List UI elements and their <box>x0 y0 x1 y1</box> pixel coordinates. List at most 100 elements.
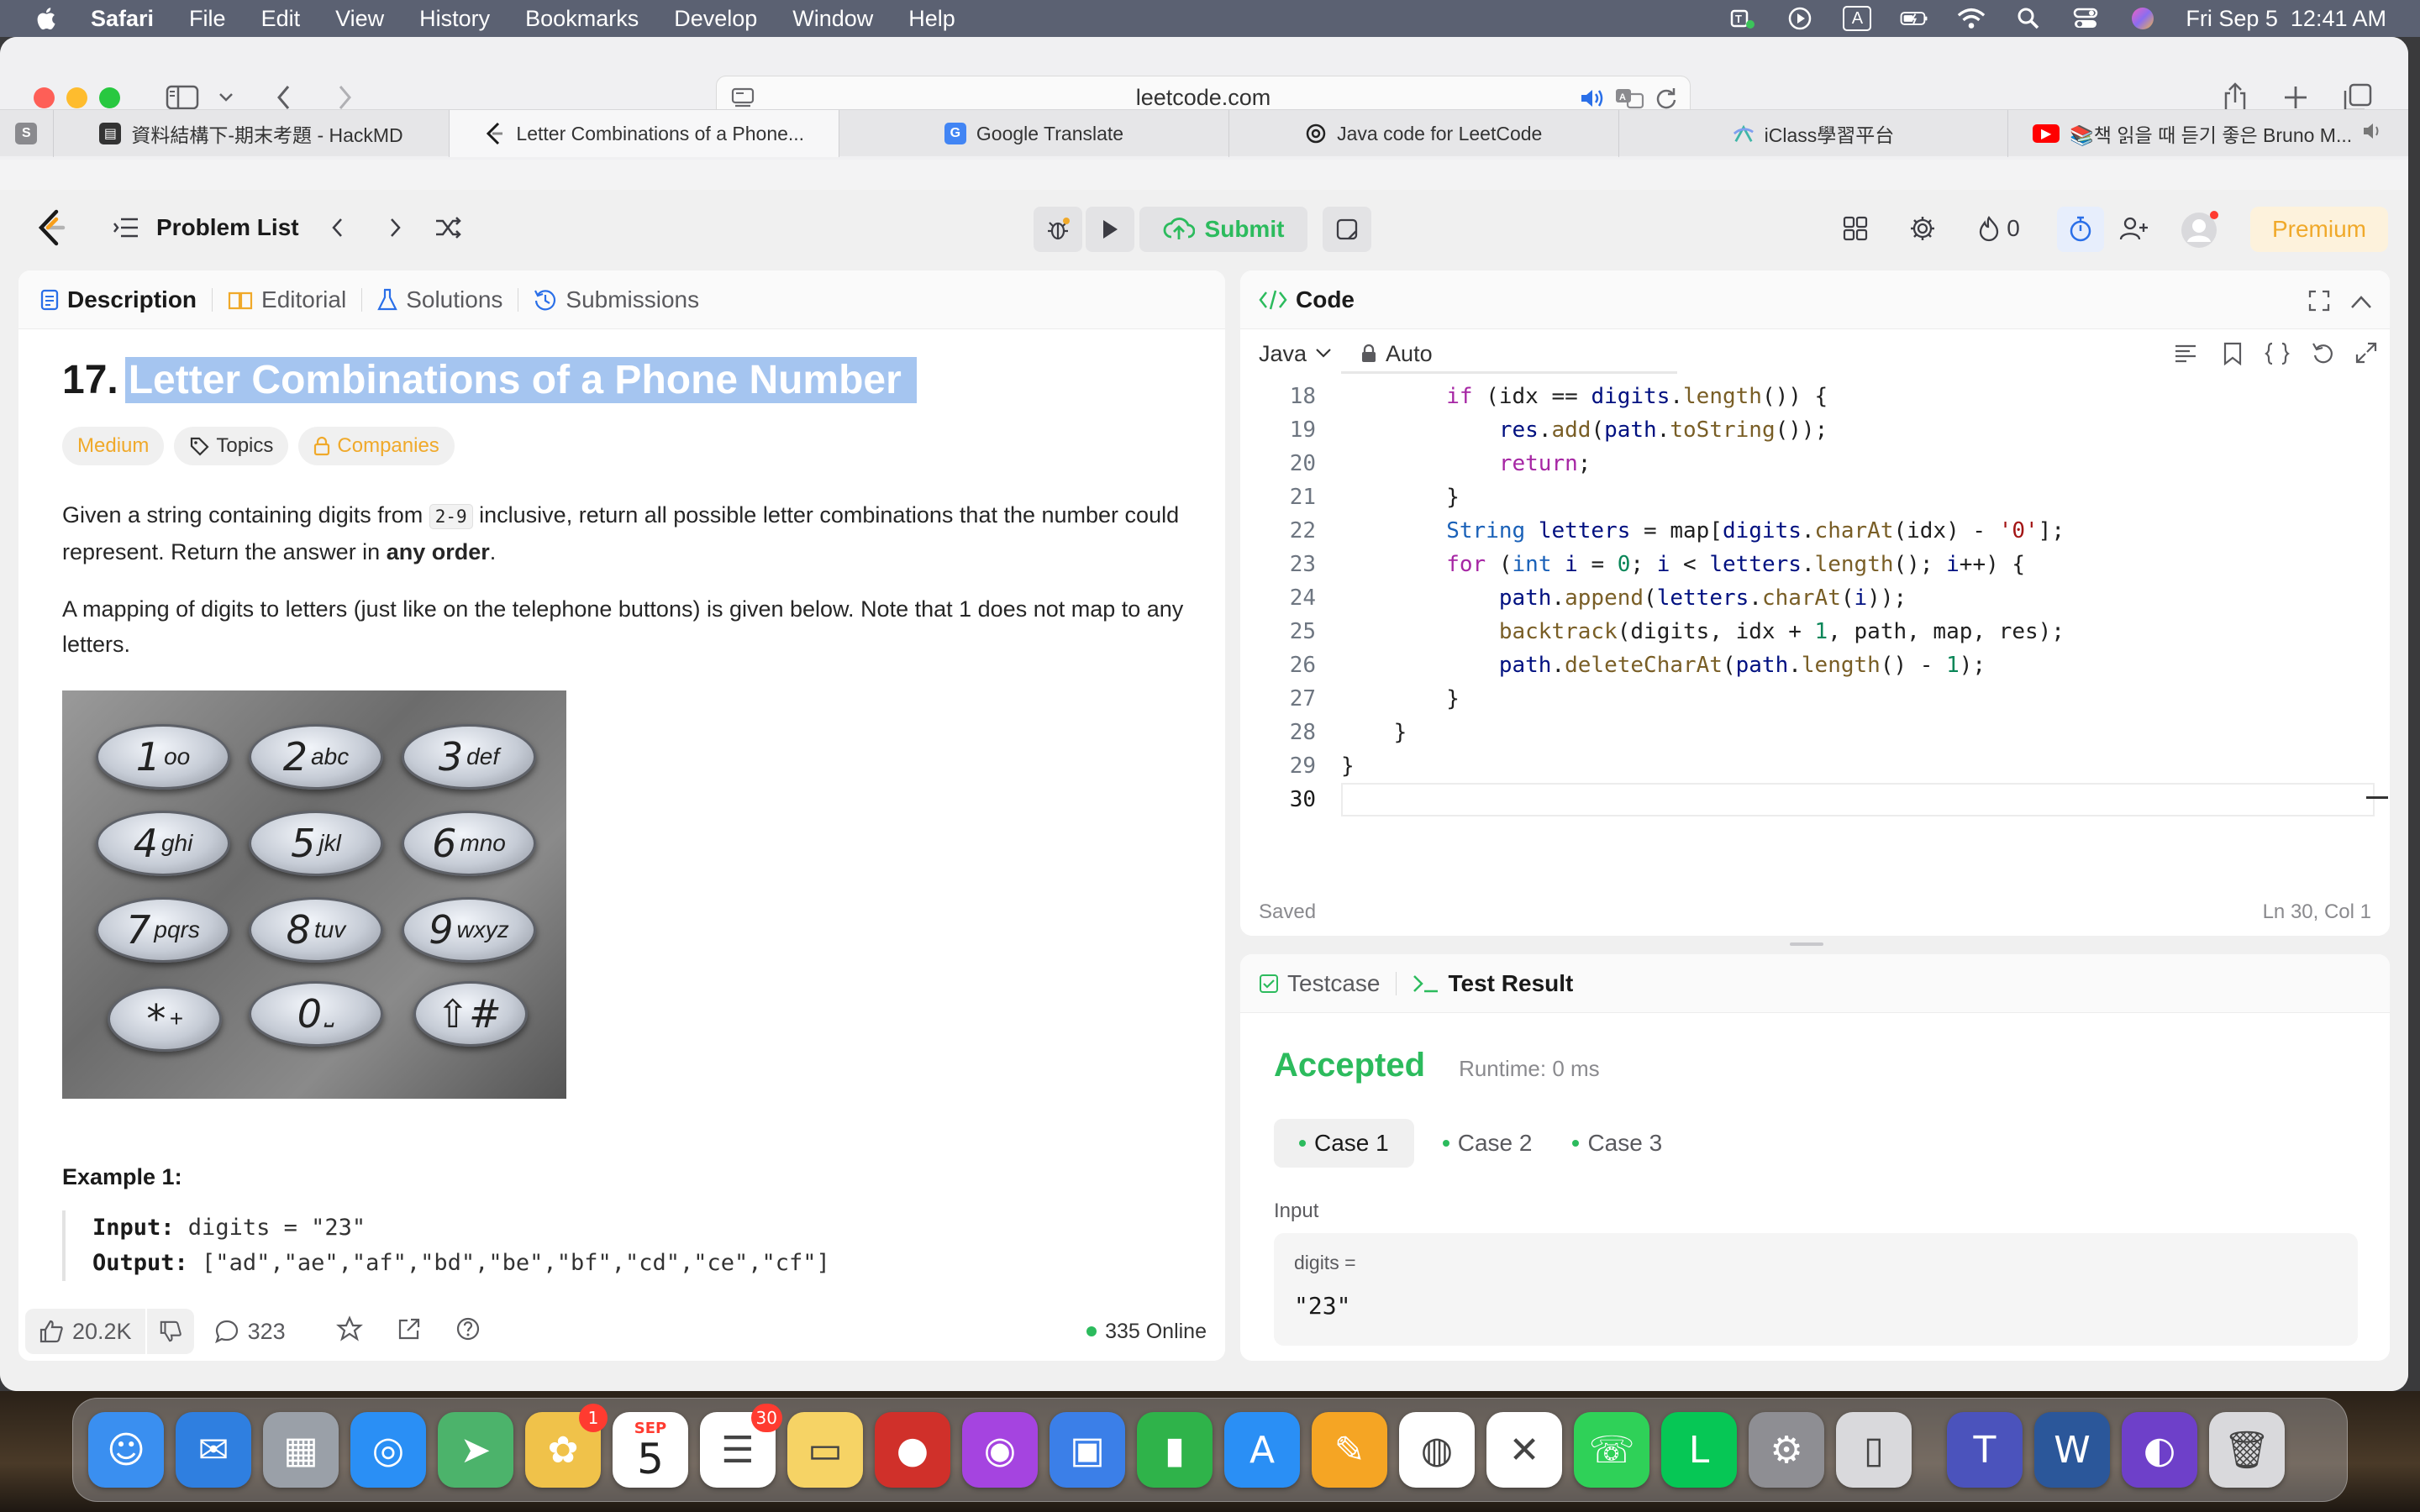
problem-title-selected[interactable]: Letter Combinations of a Phone Number <box>124 356 917 403</box>
menu-bookmarks[interactable]: Bookmarks <box>525 6 639 32</box>
share-link-icon[interactable] <box>397 1316 422 1347</box>
menu-view[interactable]: View <box>335 6 384 32</box>
leetcode-logo-icon[interactable] <box>34 208 71 247</box>
tab-audio-icon[interactable] <box>2362 121 2384 146</box>
dock-photos-icon[interactable]: ✿ 1 <box>525 1404 608 1488</box>
minimize-window-button[interactable] <box>66 87 87 108</box>
streak-counter[interactable]: 0 <box>1970 212 2028 245</box>
dock-chrome-icon[interactable]: ◍ <box>1399 1412 1475 1488</box>
tab-description[interactable]: Description <box>18 286 212 313</box>
premium-button[interactable]: Premium <box>2250 207 2388 252</box>
dock-iphone-mirroring-icon[interactable]: ▯ <box>1836 1412 1912 1488</box>
tab-youtube[interactable]: ▶ 📚책 읽을 때 듣기 좋은 Bruno M... <box>2008 110 2408 157</box>
code-tab[interactable]: Code <box>1240 286 1370 313</box>
siri-icon[interactable] <box>2128 6 2157 31</box>
tab-solutions[interactable]: Solutions <box>362 286 518 313</box>
dock-line-icon[interactable]: L <box>1661 1412 1737 1488</box>
menu-help[interactable]: Help <box>908 6 955 32</box>
menu-file[interactable]: File <box>189 6 226 32</box>
case-1-tab[interactable]: Case 1 <box>1274 1119 1414 1168</box>
shuffle-icon[interactable] <box>432 213 466 243</box>
companies-button[interactable]: Companies <box>298 427 455 465</box>
menubar-clock[interactable]: Fri Sep 5 12:41 AM <box>2186 6 2386 32</box>
layout-icon[interactable] <box>1837 212 1874 245</box>
dock-calendar-icon[interactable]: SEP 5 <box>613 1412 688 1488</box>
tab-editorial[interactable]: Editorial <box>213 286 361 313</box>
battery-icon[interactable] <box>1900 6 1928 31</box>
case-3-tab[interactable]: Case 3 <box>1560 1119 1674 1168</box>
problem-list-icon[interactable] <box>111 213 141 243</box>
dock-maps-icon[interactable]: ➤ <box>438 1412 513 1488</box>
dock-photo-booth-icon[interactable]: ● <box>875 1412 950 1488</box>
tab-testcase[interactable]: Testcase <box>1240 970 1396 997</box>
settings-gear-icon[interactable] <box>1904 212 1941 245</box>
tab-leetcode[interactable]: Letter Combinations of a Phone... <box>450 110 840 157</box>
next-problem-icon[interactable] <box>383 213 407 243</box>
dock-iclass-icon[interactable]: ✕ <box>1486 1412 1562 1488</box>
favorite-star-icon[interactable] <box>335 1315 363 1348</box>
tab-submissions[interactable]: Submissions <box>518 286 714 313</box>
menu-app-safari[interactable]: Safari <box>91 6 154 32</box>
wifi-icon[interactable] <box>1957 6 1986 31</box>
tab-google-translate[interactable]: G Google Translate <box>839 110 1229 157</box>
apple-menu-icon[interactable] <box>34 6 57 31</box>
dock-notes-icon[interactable]: ▭ <box>787 1412 863 1488</box>
menu-window[interactable]: Window <box>792 6 873 32</box>
comments-button[interactable]: 323 <box>214 1319 286 1345</box>
pinned-tab[interactable]: S <box>0 110 54 157</box>
code-editor[interactable]: 18 if (idx == digits.length()) { 19 res.… <box>1240 371 2390 848</box>
menu-edit[interactable]: Edit <box>261 6 301 32</box>
dock-github-desktop-icon[interactable]: ◐ <box>2122 1412 2197 1488</box>
reset-code-icon[interactable] <box>2311 341 2336 372</box>
control-center-icon[interactable] <box>2071 6 2100 31</box>
collapse-icon[interactable] <box>2349 291 2373 318</box>
url-text[interactable]: leetcode.com <box>1136 85 1271 111</box>
bookmark-icon[interactable] <box>2222 341 2244 372</box>
fullscreen-editor-icon[interactable] <box>2354 341 2378 370</box>
avatar[interactable] <box>2178 208 2222 250</box>
dock-pages-icon[interactable]: ✎ <box>1312 1412 1387 1488</box>
dock-teams-icon[interactable]: T <box>1947 1412 2023 1488</box>
format-icon[interactable] <box>2173 341 2198 372</box>
play-status-icon[interactable] <box>1786 6 1814 31</box>
problem-list-button[interactable]: Problem List <box>156 211 299 244</box>
submit-button[interactable]: Submit <box>1139 207 1307 252</box>
dock-system-settings-icon[interactable]: ⚙ <box>1749 1412 1824 1488</box>
menu-history[interactable]: History <box>419 6 490 32</box>
input-source-icon[interactable]: A <box>1843 6 1872 31</box>
maximize-icon[interactable] <box>2307 289 2331 318</box>
timer-icon[interactable] <box>2057 207 2104 252</box>
dock-trash-icon[interactable]: 🗑 <box>2209 1412 2285 1488</box>
spotlight-icon[interactable] <box>2014 6 2043 31</box>
dock-safari-icon[interactable]: ◎ <box>350 1412 426 1488</box>
tab-hackmd[interactable]: ▤ 資料結構下-期末考題 - HackMD <box>54 110 450 157</box>
debug-button[interactable] <box>1034 207 1082 252</box>
dock-keynote-icon[interactable]: ▣ <box>1050 1412 1125 1488</box>
dock-launchpad-icon[interactable]: ▦ <box>263 1412 339 1488</box>
panel-resize-handle[interactable] <box>1790 942 1823 946</box>
run-button[interactable] <box>1086 207 1134 252</box>
tab-chatgpt[interactable]: Java code for LeetCode <box>1229 110 1619 157</box>
case-2-tab[interactable]: Case 2 <box>1431 1119 1544 1168</box>
dock-finder-icon[interactable]: ☺ <box>88 1412 164 1488</box>
teams-status-icon[interactable]: T <box>1728 6 1757 31</box>
topics-button[interactable]: Topics <box>174 427 289 465</box>
tab-iclass[interactable]: iClass學習平台 <box>1619 110 2009 157</box>
tab-test-result[interactable]: Test Result <box>1397 970 1589 997</box>
language-select[interactable]: Java <box>1259 341 1332 367</box>
notes-button[interactable] <box>1323 207 1371 252</box>
dock-app-store-icon[interactable]: A <box>1224 1412 1300 1488</box>
dock-word-icon[interactable]: W <box>2034 1412 2110 1488</box>
prev-problem-icon[interactable] <box>326 213 350 243</box>
menu-develop[interactable]: Develop <box>674 6 757 32</box>
help-icon[interactable] <box>455 1316 481 1347</box>
dislike-button[interactable] <box>146 1309 194 1354</box>
close-window-button[interactable] <box>34 87 55 108</box>
dock-mail-icon[interactable]: ✉ <box>176 1412 251 1488</box>
braces-icon[interactable] <box>2264 341 2291 372</box>
like-button[interactable]: 20.2K <box>25 1309 145 1354</box>
dock-numbers-icon[interactable]: ▮ <box>1137 1412 1213 1488</box>
dock-podcasts-icon[interactable]: ◉ <box>962 1412 1038 1488</box>
add-friend-icon[interactable] <box>2116 212 2153 245</box>
zoom-window-button[interactable] <box>99 87 120 108</box>
